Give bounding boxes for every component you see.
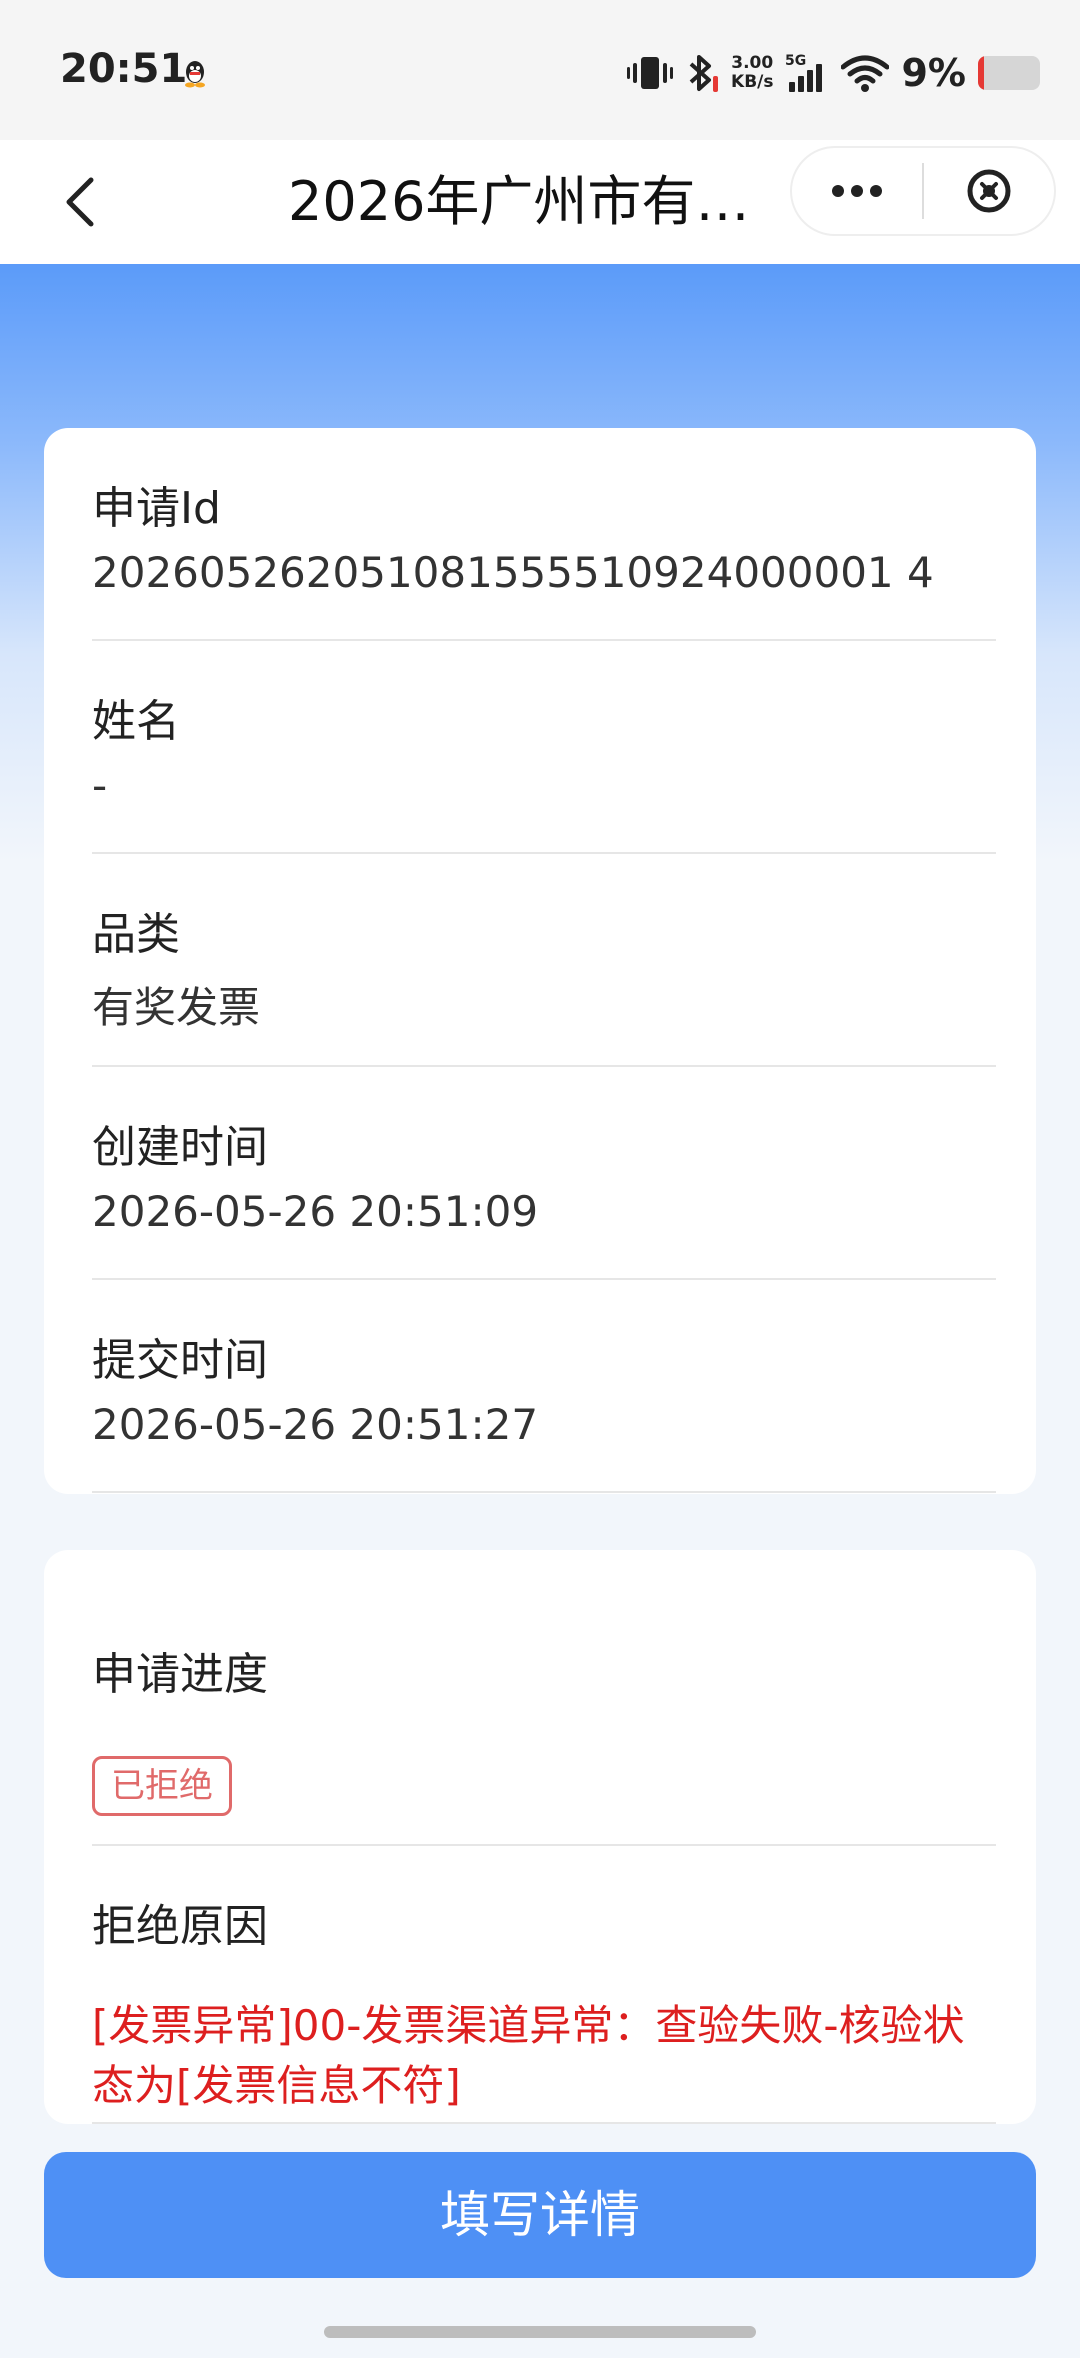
svg-text:5G: 5G xyxy=(785,53,806,69)
page-title: 2026年广州市有奖发票活动 xyxy=(288,170,793,233)
field-value: 2026-05-26 20:51:09 xyxy=(92,1187,539,1236)
field-value: 有奖发票 xyxy=(92,983,261,1032)
progress-field: 申请进度 已拒绝 xyxy=(92,1590,996,1846)
battery-level-fill xyxy=(978,56,984,90)
nav-bar: 2026年广州市有奖发票活动 xyxy=(0,140,1080,264)
signal-icon: 5G xyxy=(785,53,823,92)
mini-program-capsule xyxy=(790,146,1056,236)
application-id-field: 申请Id 202605262051081555510924000001 4 xyxy=(92,428,996,641)
reject-reason-field: 拒绝原因 [发票异常]00-发票渠道异常：查验失败-核验状态为[发票信息不符] xyxy=(92,1846,996,2124)
field-label: 提交时间 xyxy=(92,1335,268,1386)
back-button[interactable] xyxy=(40,162,120,242)
field-value: 2026-05-26 20:51:27 xyxy=(92,1400,539,1449)
qq-icon xyxy=(185,61,205,88)
progress-label: 申请进度 xyxy=(92,1649,268,1700)
vibrate-icon xyxy=(627,57,674,89)
submitted-time-field: 提交时间 2026-05-26 20:51:27 xyxy=(92,1280,996,1493)
field-label: 申请Id xyxy=(92,483,221,534)
network-speed: 3.00 KB/s xyxy=(731,54,773,92)
application-info-card: 申请Id 202605262051081555510924000001 4 姓名… xyxy=(44,428,1036,1494)
field-label: 姓名 xyxy=(92,696,180,747)
status-bar: 20:51 3.00 KB/s 5G 9% xyxy=(0,0,1080,140)
status-icons: 3.00 KB/s 5G 9% xyxy=(627,48,1040,98)
more-icon xyxy=(832,185,882,197)
fill-details-button[interactable]: 填写详情 xyxy=(44,2152,1036,2278)
home-indicator[interactable] xyxy=(324,2326,756,2338)
field-label: 品类 xyxy=(92,909,180,960)
field-value: 202605262051081555510924000001 4 xyxy=(92,548,934,597)
field-label: 创建时间 xyxy=(92,1122,268,1173)
close-button[interactable] xyxy=(924,148,1054,234)
close-circle-icon xyxy=(967,169,1011,213)
reject-reason-text: [发票异常]00-发票渠道异常：查验失败-核验状态为[发票信息不符] xyxy=(92,2001,965,2110)
name-field: 姓名 - xyxy=(92,641,996,854)
reject-reason-label: 拒绝原因 xyxy=(92,1901,268,1952)
status-badge: 已拒绝 xyxy=(92,1756,232,1816)
created-time-field: 创建时间 2026-05-26 20:51:09 xyxy=(92,1067,996,1280)
status-time: 20:51 xyxy=(60,46,188,92)
application-status-card: 申请进度 已拒绝 拒绝原因 [发票异常]00-发票渠道异常：查验失败-核验状态为… xyxy=(44,1550,1036,2124)
speed-unit: KB/s xyxy=(731,72,774,92)
field-value: - xyxy=(92,761,108,810)
category-field: 品类 有奖发票 xyxy=(92,854,996,1067)
bluetooth-icon xyxy=(689,55,719,92)
wifi-icon xyxy=(841,55,890,92)
more-button[interactable] xyxy=(792,148,922,234)
back-icon xyxy=(66,177,94,227)
speed-value: 3.00 xyxy=(731,53,774,73)
battery-icon xyxy=(978,56,1040,90)
battery-percent: 9% xyxy=(901,51,966,95)
